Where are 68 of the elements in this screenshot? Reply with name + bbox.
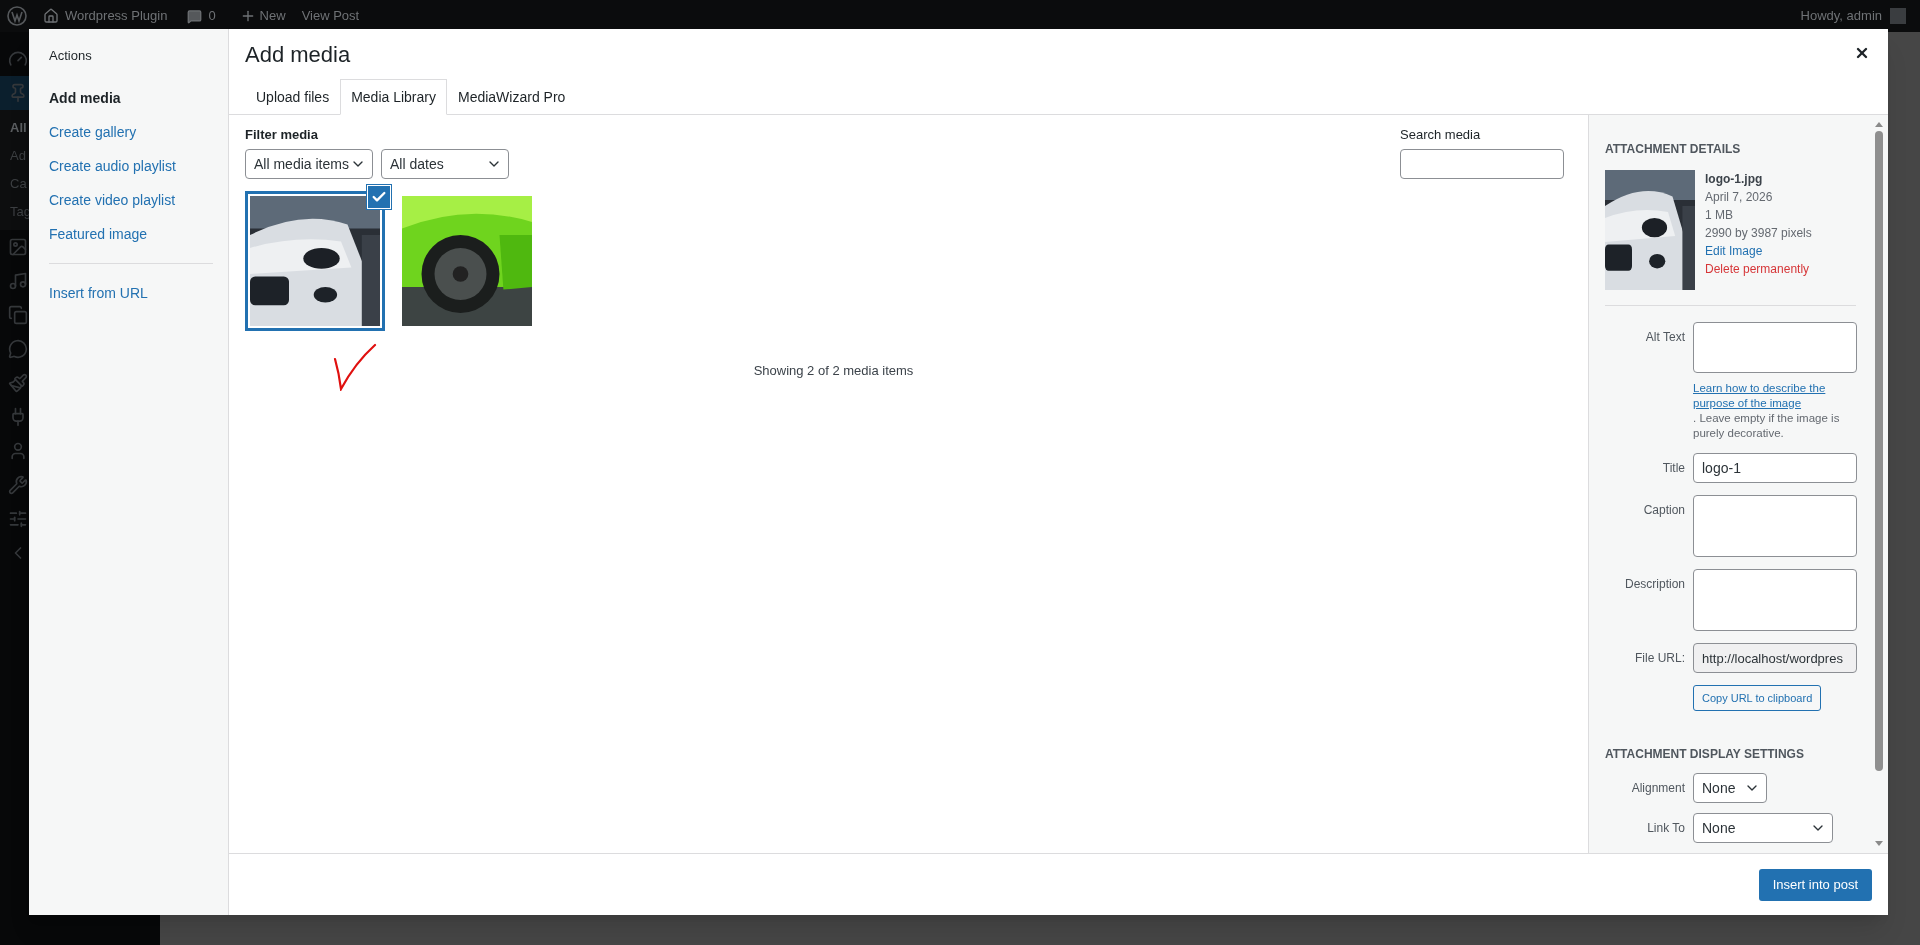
close-icon xyxy=(1854,45,1870,61)
scroll-up-icon[interactable] xyxy=(1874,121,1884,127)
tab[interactable]: Media Library xyxy=(340,79,447,115)
text-area[interactable] xyxy=(1693,569,1857,631)
account-link[interactable]: Howdy, admin xyxy=(1800,6,1882,26)
filter-dropdown[interactable]: All media items xyxy=(245,149,373,179)
menu-heading: Actions xyxy=(49,47,93,65)
menu-item[interactable]: Add media xyxy=(49,80,208,115)
insert-button[interactable]: Insert into post xyxy=(1758,868,1872,901)
menu-icon[interactable] xyxy=(8,509,28,529)
field-label: Alt Text xyxy=(1645,330,1685,344)
media-count: Showing 2 of 2 media items xyxy=(753,362,914,380)
site-link[interactable]: Wordpress Plugin xyxy=(43,6,168,26)
menu-item[interactable]: Create gallery xyxy=(49,114,208,149)
select-dropdown[interactable]: None xyxy=(1693,773,1767,803)
logo-icon[interactable] xyxy=(7,6,27,26)
delete-link[interactable]: Delete permanently xyxy=(1705,260,1812,278)
filter-label: Filter media xyxy=(245,126,319,143)
text-area[interactable] xyxy=(1693,322,1857,373)
view-post-link[interactable]: View Post xyxy=(301,6,360,26)
text-area[interactable] xyxy=(1693,495,1857,557)
menu-icon[interactable] xyxy=(8,237,28,257)
field-label: Description xyxy=(1624,577,1685,591)
menu-icon[interactable] xyxy=(8,475,28,495)
modal-title: Add media xyxy=(245,41,351,69)
filter-dropdown[interactable]: All dates xyxy=(381,149,509,179)
text-field[interactable]: logo-1 xyxy=(1693,453,1857,483)
comment-icon xyxy=(187,8,203,24)
file-size: 1 MB xyxy=(1705,207,1734,224)
section-heading: ATTACHMENT DETAILS xyxy=(1605,141,1742,158)
copy-url-button[interactable]: Copy URL to clipboard xyxy=(1693,685,1822,711)
help-text: Learn how to describe the purpose of the image . Leave empty if the image is purely decorative. xyxy=(1693,381,1857,441)
upload-date: April 7, 2026 xyxy=(1705,189,1774,206)
menu-icon[interactable] xyxy=(8,373,28,393)
menu-item[interactable]: Create audio playlist xyxy=(49,148,208,183)
comments-link[interactable]: 0 xyxy=(187,6,216,26)
image-dimensions: 2990 by 3987 pixels xyxy=(1705,225,1812,242)
field-label: Title xyxy=(1662,461,1685,475)
field-label: Caption xyxy=(1643,503,1685,517)
home-icon xyxy=(43,8,59,24)
select-dropdown[interactable]: None xyxy=(1693,813,1833,843)
scroll-down-icon[interactable] xyxy=(1874,841,1884,847)
menu-icon[interactable] xyxy=(8,271,28,291)
field-label: Link To xyxy=(1647,821,1685,835)
menu-item[interactable]: Featured image xyxy=(49,216,208,251)
edit-image-link[interactable]: Edit Image xyxy=(1705,242,1812,260)
pin-icon[interactable] xyxy=(8,83,28,103)
scrollbar[interactable] xyxy=(1874,121,1884,847)
menu-item[interactable]: Create video playlist xyxy=(49,182,208,217)
menu-item[interactable]: Insert from URL xyxy=(49,275,208,310)
menu-icon[interactable] xyxy=(8,441,28,461)
file-name: logo-1.jpg xyxy=(1705,171,1764,188)
avatar[interactable] xyxy=(1890,8,1906,24)
field-label: File URL: xyxy=(1635,651,1685,665)
search-field[interactable] xyxy=(1400,149,1564,179)
checkmark-icon[interactable] xyxy=(367,185,391,209)
url-field[interactable]: http://localhost/wordpres xyxy=(1693,643,1857,673)
field-label: Alignment xyxy=(1631,781,1685,795)
section-heading: ATTACHMENT DISPLAY SETTINGS xyxy=(1605,746,1805,763)
check-mark-drawing xyxy=(333,343,377,391)
help-link[interactable]: Learn how to describe the purpose of the image xyxy=(1693,381,1857,411)
menu-icon[interactable] xyxy=(8,339,28,359)
search-label: Search media xyxy=(1400,126,1482,143)
tab[interactable]: Upload files xyxy=(245,79,341,115)
menu-icon[interactable] xyxy=(8,305,28,325)
tab[interactable]: MediaWizard Pro xyxy=(447,79,577,115)
new-link[interactable]: New xyxy=(239,6,286,26)
dashboard-icon[interactable] xyxy=(8,49,28,69)
